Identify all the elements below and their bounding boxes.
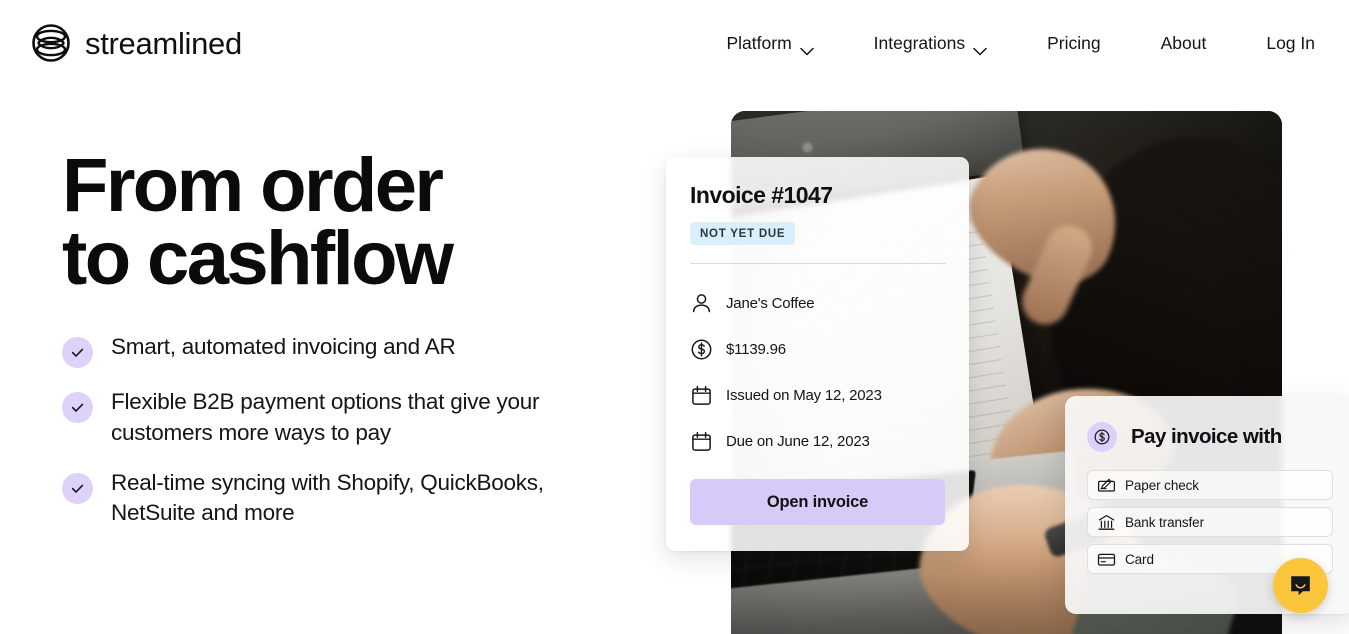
nav-label-log-in: Log In: [1266, 32, 1315, 53]
invoice-title: Invoice #1047: [690, 182, 833, 208]
invoice-card: Invoice #1047 NOT YET DUE Jane's Coffee: [666, 157, 969, 551]
paper-check-icon: [1097, 476, 1116, 495]
payment-option-paper-check[interactable]: Paper check: [1087, 470, 1333, 500]
calendar-icon: [690, 384, 713, 407]
pay-panel-header: Pay invoice with: [1087, 422, 1333, 452]
landing-page: streamlined Platform Integrations Pricin…: [0, 0, 1349, 634]
payment-option-label: Paper check: [1125, 477, 1199, 493]
nav-item-platform[interactable]: Platform: [727, 25, 814, 62]
table-row: Jane's Coffee: [690, 280, 945, 326]
credit-card-icon: [1097, 550, 1116, 569]
nav-item-about[interactable]: About: [1161, 25, 1207, 62]
check-circle-icon: [62, 391, 93, 423]
dollar-circle-icon: [1087, 422, 1117, 452]
table-row: $1139.96: [690, 326, 945, 372]
nav-label-about: About: [1160, 32, 1207, 53]
bank-icon: [1097, 513, 1116, 532]
pay-panel-title: Pay invoice with: [1131, 425, 1282, 448]
dollar-circle-icon: [690, 338, 713, 361]
calendar-icon: [690, 430, 713, 453]
chat-bubble-smile-icon: [1288, 573, 1313, 598]
brand-name: streamlined: [85, 25, 242, 61]
check-circle-icon: [62, 336, 93, 368]
page-title: From order to cashflow: [62, 143, 454, 301]
status-badge: NOT YET DUE: [690, 222, 796, 245]
nav-item-pricing[interactable]: Pricing: [1047, 25, 1101, 62]
nav-label-pricing: Pricing: [1047, 32, 1101, 53]
payment-option-bank-transfer[interactable]: Bank transfer: [1087, 507, 1333, 537]
nav-item-log-in[interactable]: Log In: [1266, 25, 1315, 62]
feature-text: Smart, automated invoicing and AR: [111, 333, 456, 359]
list-item: Real-time syncing with Shopify, QuickBoo…: [62, 468, 662, 530]
chevron-down-icon: [799, 40, 814, 55]
table-row: Due on June 12, 2023: [690, 418, 945, 464]
invoice-due-date: Due on June 12, 2023: [726, 432, 870, 450]
invoice-issued-date: Issued on May 12, 2023: [726, 386, 882, 404]
person-icon: [690, 292, 713, 315]
invoice-amount: $1139.96: [726, 340, 786, 358]
nav-label-platform: Platform: [726, 32, 792, 53]
list-item: Smart, automated invoicing and AR: [62, 332, 662, 368]
payment-option-label: Card: [1125, 551, 1154, 567]
nav-label-integrations: Integrations: [873, 32, 966, 53]
chat-widget-button[interactable]: [1273, 558, 1328, 613]
site-header: streamlined Platform Integrations Pricin…: [0, 0, 1349, 86]
hero-copy: From order to cashflow Smart, automated …: [62, 143, 662, 529]
table-row: Issued on May 12, 2023: [690, 372, 945, 418]
divider: [690, 263, 946, 264]
feature-text: Flexible B2B payment options that give y…: [111, 388, 540, 445]
brand-logo-link[interactable]: streamlined: [30, 22, 242, 64]
payment-option-label: Bank transfer: [1125, 514, 1204, 530]
list-item: Flexible B2B payment options that give y…: [62, 387, 662, 449]
invoice-detail-rows: Jane's Coffee $1139.96 Issued on May 12,…: [690, 280, 945, 464]
hero-feature-list: Smart, automated invoicing and AR Flexib…: [62, 332, 662, 529]
nav-item-integrations[interactable]: Integrations: [874, 25, 987, 62]
chevron-down-icon: [973, 40, 987, 55]
check-circle-icon: [62, 472, 93, 504]
invoice-customer: Jane's Coffee: [726, 294, 815, 312]
open-invoice-button[interactable]: Open invoice: [690, 479, 945, 525]
streamlined-swirl-logo-icon: [30, 22, 72, 64]
feature-text: Real-time syncing with Shopify, QuickBoo…: [111, 469, 544, 526]
main-navigation: Platform Integrations Pricing About Log …: [727, 25, 1315, 62]
